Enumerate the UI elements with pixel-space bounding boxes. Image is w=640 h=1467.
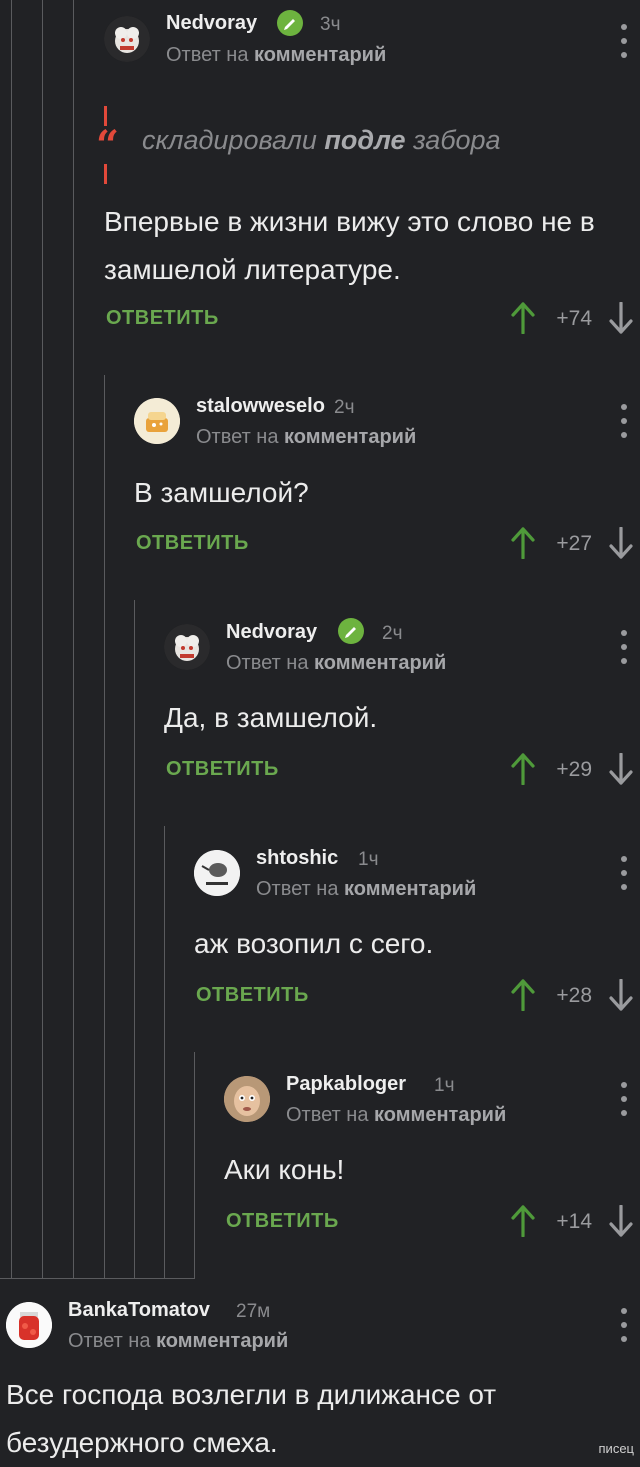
comment-author[interactable]: Nedvoray (226, 621, 317, 644)
avatar[interactable] (134, 398, 180, 444)
comment: Nedvoray 2ч Ответ на комментарий Да, в з… (0, 606, 640, 806)
quote-bar (104, 164, 107, 184)
reply-prefix: Ответ на (196, 426, 279, 448)
reply-prefix: Ответ на (286, 1104, 369, 1126)
reply-button[interactable]: ОТВЕТИТЬ (226, 1210, 339, 1233)
comment-author[interactable]: BankaTomatov (68, 1299, 210, 1322)
watermark: писец (598, 1441, 634, 1456)
reply-meta: Ответ на комментарий (196, 426, 416, 449)
avatar[interactable] (164, 624, 210, 670)
vote-score: +27 (556, 532, 592, 555)
reply-target-link[interactable]: комментарий (344, 878, 476, 900)
comment-text: В замшелой? (134, 477, 309, 508)
reply-target-link[interactable]: комментарий (374, 1104, 506, 1126)
comment: BankaTomatov 27м Ответ на комментарий Вс… (0, 1284, 640, 1460)
comment-author[interactable]: shtoshic (256, 847, 338, 870)
reply-target-link[interactable]: комментарий (314, 652, 446, 674)
upvote-arrow-icon[interactable] (510, 1205, 536, 1237)
downvote-arrow-icon[interactable] (608, 527, 634, 559)
comment-time: 27м (236, 1301, 271, 1322)
reply-button[interactable]: ОТВЕТИТЬ (136, 532, 249, 555)
vote-score: +29 (556, 758, 592, 781)
quote-text: складировали подле забора (142, 125, 501, 155)
more-menu-icon[interactable] (616, 1308, 632, 1342)
upvote-arrow-icon[interactable] (510, 753, 536, 785)
reply-prefix: Ответ на (68, 1330, 151, 1352)
reply-meta: Ответ на комментарий (68, 1330, 288, 1353)
comment-author[interactable]: Papkabloger (286, 1073, 406, 1096)
avatar[interactable] (224, 1076, 270, 1122)
vote-score: +28 (556, 984, 592, 1007)
thread-end-line (0, 1278, 195, 1279)
reply-target-link[interactable]: комментарий (254, 44, 386, 66)
comment-time: 3ч (320, 14, 341, 35)
avatar[interactable] (194, 850, 240, 896)
comment-text: Да, в замшелой. (164, 702, 378, 733)
comment: stalowweselo 2ч Ответ на комментарий В з… (0, 380, 640, 580)
comment: Papkabloger 1ч Ответ на комментарий Аки … (0, 1058, 640, 1258)
more-menu-icon[interactable] (616, 630, 632, 664)
downvote-arrow-icon[interactable] (608, 979, 634, 1011)
reply-prefix: Ответ на (256, 878, 339, 900)
reply-meta: Ответ на комментарий (286, 1104, 506, 1127)
downvote-arrow-icon[interactable] (608, 302, 634, 334)
reply-meta: Ответ на комментарий (256, 878, 476, 901)
reply-button[interactable]: ОТВЕТИТЬ (106, 307, 219, 330)
comment-time: 2ч (334, 397, 355, 418)
downvote-arrow-icon[interactable] (608, 753, 634, 785)
upvote-arrow-icon[interactable] (510, 527, 536, 559)
downvote-arrow-icon[interactable] (608, 1205, 634, 1237)
reply-button[interactable]: ОТВЕТИТЬ (196, 984, 309, 1007)
quote-block: “ складировали подле забора (96, 106, 564, 184)
upvote-arrow-icon[interactable] (510, 979, 536, 1011)
reply-button[interactable]: ОТВЕТИТЬ (166, 758, 279, 781)
comment-text: аж возопил с сего. (194, 928, 434, 959)
avatar[interactable] (6, 1302, 52, 1348)
vote-score: +14 (556, 1210, 592, 1233)
reply-prefix: Ответ на (226, 652, 309, 674)
more-menu-icon[interactable] (616, 24, 632, 58)
comment-text: Все господа возлегли в дилижансе от безу… (6, 1379, 497, 1458)
quote-icon: “ (96, 122, 120, 169)
more-menu-icon[interactable] (616, 1082, 632, 1116)
comment-text: Аки конь! (224, 1154, 345, 1185)
reply-meta: Ответ на комментарий (166, 44, 386, 67)
comment: shtoshic 1ч Ответ на комментарий аж возо… (0, 832, 640, 1032)
upvote-arrow-icon[interactable] (510, 302, 536, 334)
vote-score: +74 (556, 307, 592, 330)
comment: Nedvoray 3ч Ответ на комментарий “ склад… (0, 0, 640, 350)
reply-target-link[interactable]: комментарий (156, 1330, 288, 1352)
verified-icon (277, 10, 303, 36)
more-menu-icon[interactable] (616, 856, 632, 890)
comment-text: Впервые в жизни вижу это слово не в замш… (104, 206, 595, 285)
comment-time: 2ч (382, 623, 403, 644)
verified-icon (338, 618, 364, 644)
comment-time: 1ч (358, 849, 379, 870)
reply-meta: Ответ на комментарий (226, 652, 446, 675)
comment-author[interactable]: stalowweselo (196, 395, 325, 418)
avatar[interactable] (104, 16, 150, 62)
comment-author[interactable]: Nedvoray (166, 12, 257, 35)
reply-prefix: Ответ на (166, 44, 249, 66)
reply-target-link[interactable]: комментарий (284, 426, 416, 448)
comment-time: 1ч (434, 1075, 455, 1096)
more-menu-icon[interactable] (616, 404, 632, 438)
